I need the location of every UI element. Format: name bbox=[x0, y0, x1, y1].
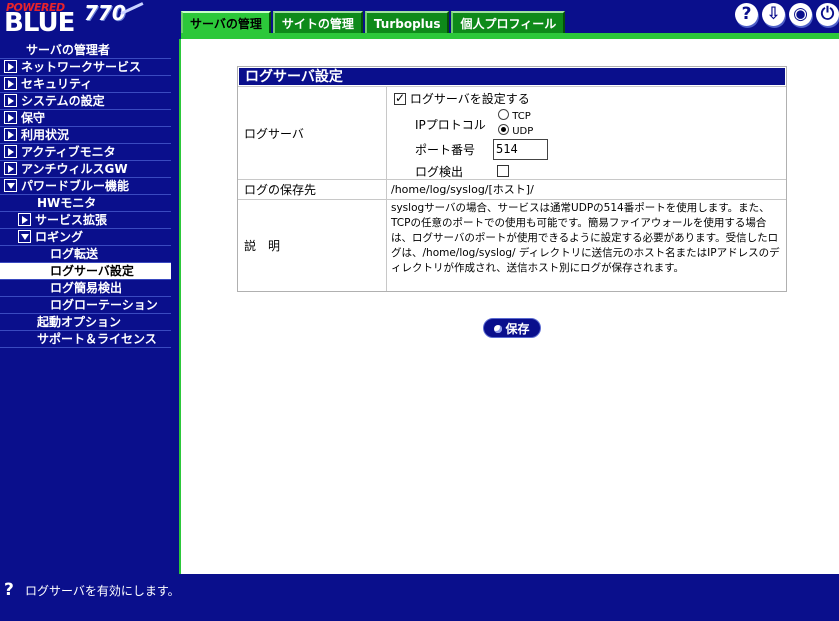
protocol-tcp-radio[interactable] bbox=[498, 109, 509, 120]
sidebar-item-network-services[interactable]: ネットワークサービス bbox=[0, 59, 171, 76]
description-text: syslogサーバの場合、サービスは通常UDPの514番ポートを使用します。また… bbox=[391, 202, 780, 274]
product-logo: POWERED BLUE 770 bbox=[2, 1, 180, 37]
save-button[interactable]: 保存 bbox=[483, 318, 541, 338]
sidebar-item-label: サービス拡張 bbox=[35, 213, 108, 227]
protocol-tcp-option[interactable]: TCP bbox=[498, 109, 531, 122]
connection-icon[interactable]: ◉ bbox=[789, 3, 812, 26]
tab-site-management[interactable]: サイトの管理 bbox=[272, 11, 363, 33]
enable-log-server-label: ログサーバを設定する bbox=[409, 92, 530, 106]
collapse-arrow-icon bbox=[18, 230, 31, 243]
sidebar-item-label: システムの設定 bbox=[21, 94, 105, 108]
sidebar-item-label: ネットワークサービス bbox=[21, 60, 142, 74]
protocol-udp-label: UDP bbox=[512, 126, 534, 137]
sidebar-item-label: アンチウィルスGW bbox=[21, 162, 128, 176]
sidebar-item-label: ログ簡易検出 bbox=[50, 281, 123, 295]
save-directory-value: /home/log/syslog/[ホスト]/ bbox=[391, 183, 534, 196]
sidebar-item-service-extension[interactable]: サービス拡張 bbox=[0, 212, 171, 229]
save-directory-label: ログの保存先 bbox=[238, 180, 387, 199]
panel-title: ログサーバ設定 bbox=[238, 67, 786, 86]
sidebar-item-maintenance[interactable]: 保守 bbox=[0, 110, 171, 127]
sidebar-item-label: ロギング bbox=[35, 230, 84, 244]
log-detection-checkbox[interactable] bbox=[497, 165, 509, 177]
sidebar-item-label: HWモニタ bbox=[37, 196, 97, 210]
enable-log-server[interactable]: ログサーバを設定する bbox=[394, 90, 530, 107]
sidebar-item-logging[interactable]: ロギング bbox=[0, 229, 171, 246]
protocol-udp-radio[interactable] bbox=[498, 124, 509, 135]
sidebar-item-usage[interactable]: 利用状況 bbox=[0, 127, 171, 144]
sidebar-item-log-forwarding[interactable]: ログ転送 bbox=[0, 246, 171, 263]
sidebar-item-server-admin[interactable]: サーバの管理者 bbox=[0, 42, 171, 59]
save-button-label: 保存 bbox=[505, 322, 530, 336]
sidebar-item-system-settings[interactable]: システムの設定 bbox=[0, 93, 171, 110]
save-bullet-icon bbox=[494, 325, 503, 333]
logo-brand-text: BLUE bbox=[4, 8, 75, 38]
help-question-icon: ? bbox=[4, 580, 14, 600]
sidebar-item-label: 利用状況 bbox=[21, 128, 70, 142]
sidebar-item-label: ログサーバ設定 bbox=[50, 264, 134, 278]
protocol-tcp-label: TCP bbox=[512, 111, 531, 122]
sidebar-item-log-simple-detection[interactable]: ログ簡易検出 bbox=[0, 280, 171, 297]
sidebar-item-boot-options[interactable]: 起動オプション bbox=[0, 314, 171, 331]
save-directory-row: ログの保存先 /home/log/syslog/[ホスト]/ bbox=[238, 179, 786, 199]
top-bar: POWERED BLUE 770 サーバの管理 サイトの管理 Turboplus… bbox=[0, 0, 839, 39]
sidebar-item-label: セキュリティ bbox=[21, 77, 93, 91]
sidebar-item-label: サポート＆ライセンス bbox=[37, 332, 157, 346]
expand-arrow-icon bbox=[4, 77, 17, 90]
sidebar: サーバの管理者 ネットワークサービス セキュリティ システムの設定 保守 利用状… bbox=[0, 39, 181, 574]
sidebar-item-label: アクティブモニタ bbox=[21, 145, 116, 159]
log-server-settings: ログサーバを設定する IPプロトコル TCP UDP ポート番号 514 ログ検… bbox=[387, 87, 786, 179]
expand-arrow-icon bbox=[4, 111, 17, 124]
expand-arrow-icon bbox=[4, 162, 17, 175]
sidebar-item-log-rotation[interactable]: ログローテーション bbox=[0, 297, 171, 314]
enable-log-server-checkbox[interactable] bbox=[394, 91, 406, 105]
sidebar-item-active-monitor[interactable]: アクティブモニタ bbox=[0, 144, 171, 161]
help-icon[interactable]: ? bbox=[735, 3, 758, 26]
sidebar-item-security[interactable]: セキュリティ bbox=[0, 76, 171, 93]
expand-arrow-icon bbox=[4, 60, 17, 73]
status-message: ログサーバを有効にします。 bbox=[25, 584, 180, 598]
tab-personal-profile[interactable]: 個人プロフィール bbox=[451, 11, 566, 33]
sidebar-item-label: パワードブルー機能 bbox=[21, 179, 130, 193]
sidebar-item-label: ログローテーション bbox=[50, 298, 158, 312]
sidebar-item-label: ログ転送 bbox=[50, 247, 99, 261]
sidebar-item-antivirus-gw[interactable]: アンチウィルスGW bbox=[0, 161, 171, 178]
logout-icon[interactable]: ⏻ bbox=[816, 3, 839, 26]
protocol-udp-option[interactable]: UDP bbox=[498, 124, 533, 137]
sidebar-item-label: 保守 bbox=[21, 111, 46, 125]
expand-arrow-icon bbox=[4, 145, 17, 158]
collapse-arrow-icon bbox=[4, 179, 17, 192]
sidebar-item-label: サーバの管理者 bbox=[26, 43, 110, 57]
sidebar-item-log-server-settings[interactable]: ログサーバ設定 bbox=[0, 263, 171, 280]
sidebar-item-hw-monitor[interactable]: HWモニタ bbox=[0, 195, 171, 212]
top-icon-group: ? ⇩ ◉ ⏻ bbox=[735, 3, 839, 26]
log-server-label: ログサーバ bbox=[238, 87, 387, 179]
settings-panel: ログサーバ設定 ログサーバ ログサーバを設定する IPプロトコル TCP UDP… bbox=[237, 66, 787, 292]
ip-protocol-label: IPプロトコル bbox=[415, 118, 486, 132]
port-label: ポート番号 bbox=[415, 143, 476, 157]
sidebar-item-powered-blue-features[interactable]: パワードブルー機能 bbox=[0, 178, 171, 195]
log-server-row: ログサーバ ログサーバを設定する IPプロトコル TCP UDP ポート番号 5… bbox=[238, 86, 786, 179]
log-detection-label: ログ検出 bbox=[415, 165, 464, 179]
description-label: 説 明 bbox=[238, 200, 387, 291]
tab-turboplus[interactable]: Turboplus bbox=[364, 11, 450, 33]
main-content: ログサーバ設定 ログサーバ ログサーバを設定する IPプロトコル TCP UDP… bbox=[183, 39, 839, 574]
sidebar-item-label: 起動オプション bbox=[37, 315, 122, 329]
sidebar-item-support-license[interactable]: サポート＆ライセンス bbox=[0, 331, 171, 348]
status-bar: ? ログサーバを有効にします。 bbox=[0, 574, 839, 621]
expand-arrow-icon bbox=[4, 128, 17, 141]
expand-arrow-icon bbox=[18, 213, 31, 226]
update-icon[interactable]: ⇩ bbox=[762, 3, 785, 26]
description-row: 説 明 syslogサーバの場合、サービスは通常UDPの514番ポートを使用しま… bbox=[238, 199, 786, 291]
logo-model-text: 770 bbox=[84, 1, 126, 25]
expand-arrow-icon bbox=[4, 94, 17, 107]
port-input[interactable]: 514 bbox=[493, 139, 548, 160]
